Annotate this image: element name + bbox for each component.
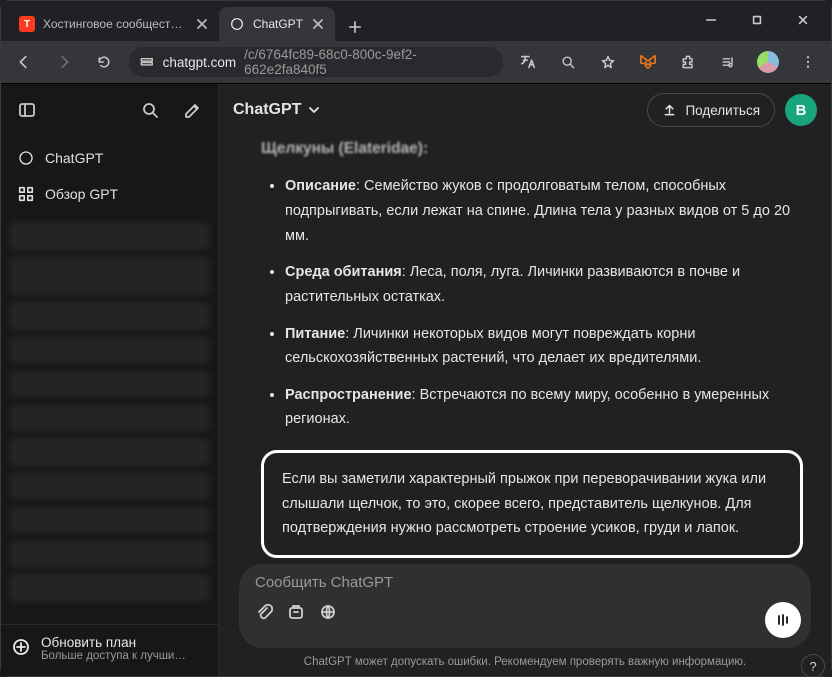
history-item[interactable] <box>9 302 210 330</box>
user-avatar[interactable]: B <box>785 94 817 126</box>
history-item[interactable] <box>9 404 210 432</box>
tab-strip: T Хостинговое сообщество «Tim ChatGPT <box>9 7 689 41</box>
upgrade-title: Обновить план <box>41 635 191 650</box>
model-name: ChatGPT <box>233 101 301 119</box>
help-button[interactable]: ? <box>801 654 825 677</box>
new-tab-button[interactable] <box>341 13 369 41</box>
browser-menu-button[interactable] <box>793 47 823 77</box>
tab-label: ChatGPT <box>253 17 303 31</box>
composer[interactable] <box>239 564 811 648</box>
url-box[interactable]: chatgpt.com/c/6764fc89-68c0-800c-9ef2-66… <box>129 47 503 77</box>
message-input[interactable] <box>255 574 755 591</box>
chatgpt-icon <box>17 149 35 167</box>
disclaimer: ChatGPT может допускать ошибки. Рекоменд… <box>219 652 831 676</box>
list-item: Описание: Семейство жуков с продолговаты… <box>285 174 803 248</box>
translate-icon[interactable] <box>513 47 543 77</box>
close-icon[interactable] <box>195 17 209 31</box>
list-item: Питание: Личинки некоторых видов могут п… <box>285 322 803 371</box>
history-item[interactable] <box>9 222 210 250</box>
sidebar-nav: ChatGPT Обзор GPT <box>1 136 218 216</box>
metamask-icon[interactable] <box>633 47 663 77</box>
maximize-button[interactable] <box>735 5 779 35</box>
sidebar-top <box>1 84 218 136</box>
history-item[interactable] <box>9 472 210 500</box>
main-panel: ChatGPT Поделиться B Щелкуны (Elateridae… <box>219 84 831 676</box>
history-item[interactable] <box>9 370 210 398</box>
close-window-button[interactable] <box>781 5 825 35</box>
site-settings-icon <box>139 54 155 70</box>
bookmark-icon[interactable] <box>593 47 623 77</box>
model-picker[interactable]: ChatGPT <box>233 101 321 119</box>
composer-tools <box>255 603 755 626</box>
message-heading: Щелкуны (Elateridae): <box>261 136 803 162</box>
sidebar-item-explore-gpt[interactable]: Обзор GPT <box>9 176 210 212</box>
highlighted-note: Если вы заметили характерный прыжок при … <box>261 450 803 558</box>
user-initial: B <box>796 102 807 119</box>
close-icon[interactable] <box>311 17 325 31</box>
chatgpt-app: ChatGPT Обзор GPT Обновить план Б <box>1 83 831 676</box>
chat-topbar: ChatGPT Поделиться B <box>219 84 831 136</box>
browser-tab-2[interactable]: ChatGPT <box>219 7 335 41</box>
composer-area: ? <box>219 558 831 652</box>
sidebar: ChatGPT Обзор GPT Обновить план Б <box>1 84 219 676</box>
sidebar-item-label: ChatGPT <box>45 150 103 166</box>
chat-scroll[interactable]: Щелкуны (Elateridae): Описание: Семейств… <box>219 136 831 558</box>
sparkle-icon <box>11 637 31 657</box>
favicon-icon: T <box>19 16 35 32</box>
history-item[interactable] <box>9 256 210 296</box>
sidebar-item-label: Обзор GPT <box>45 186 118 202</box>
upgrade-subtitle: Больше доступа к лучшим... <box>41 650 191 662</box>
share-label: Поделиться <box>685 103 760 118</box>
web-icon[interactable] <box>319 603 337 626</box>
tools-icon[interactable] <box>287 603 305 626</box>
history-item[interactable] <box>9 438 210 466</box>
sidebar-item-chatgpt[interactable]: ChatGPT <box>9 140 210 176</box>
url-domain: chatgpt.com <box>163 55 237 70</box>
chatgpt-favicon-icon <box>229 16 245 32</box>
tab-label: Хостинговое сообщество «Tim <box>43 17 187 31</box>
media-icon[interactable] <box>713 47 743 77</box>
upgrade-plan[interactable]: Обновить план Больше доступа к лучшим... <box>1 624 218 676</box>
extensions-icon[interactable] <box>673 47 703 77</box>
search-button[interactable] <box>134 94 166 126</box>
share-button[interactable]: Поделиться <box>647 93 775 127</box>
address-bar: chatgpt.com/c/6764fc89-68c0-800c-9ef2-66… <box>1 41 831 83</box>
collapse-sidebar-button[interactable] <box>11 94 43 126</box>
send-button[interactable] <box>765 602 801 638</box>
history-item[interactable] <box>9 574 210 602</box>
chevron-down-icon <box>307 103 321 117</box>
list-item: Распространение: Встречаются по всему ми… <box>285 383 803 432</box>
profile-button[interactable] <box>753 47 783 77</box>
bullet-list: Описание: Семейство жуков с продолговаты… <box>261 174 803 432</box>
history-item[interactable] <box>9 506 210 534</box>
reload-button[interactable] <box>89 47 119 77</box>
upload-icon <box>662 103 677 118</box>
list-item: Среда обитания: Леса, поля, луга. Личинк… <box>285 260 803 309</box>
back-button[interactable] <box>9 47 39 77</box>
note-text: Если вы заметили характерный прыжок при … <box>282 471 766 536</box>
history-item[interactable] <box>9 336 210 364</box>
assistant-message: Щелкуны (Elateridae): Описание: Семейств… <box>261 136 803 558</box>
browser-titlebar: T Хостинговое сообщество «Tim ChatGPT <box>1 1 831 41</box>
attach-icon[interactable] <box>255 603 273 626</box>
history-item[interactable] <box>9 540 210 568</box>
minimize-button[interactable] <box>689 5 733 35</box>
zoom-icon[interactable] <box>553 47 583 77</box>
browser-tab-1[interactable]: T Хостинговое сообщество «Tim <box>9 7 219 41</box>
window-controls <box>689 5 825 41</box>
forward-button[interactable] <box>49 47 79 77</box>
url-path: /c/6764fc89-68c0-800c-9ef2-662e2fa840f5 <box>244 47 493 77</box>
chat-history <box>1 216 218 624</box>
grid-icon <box>17 185 35 203</box>
new-chat-button[interactable] <box>176 94 208 126</box>
